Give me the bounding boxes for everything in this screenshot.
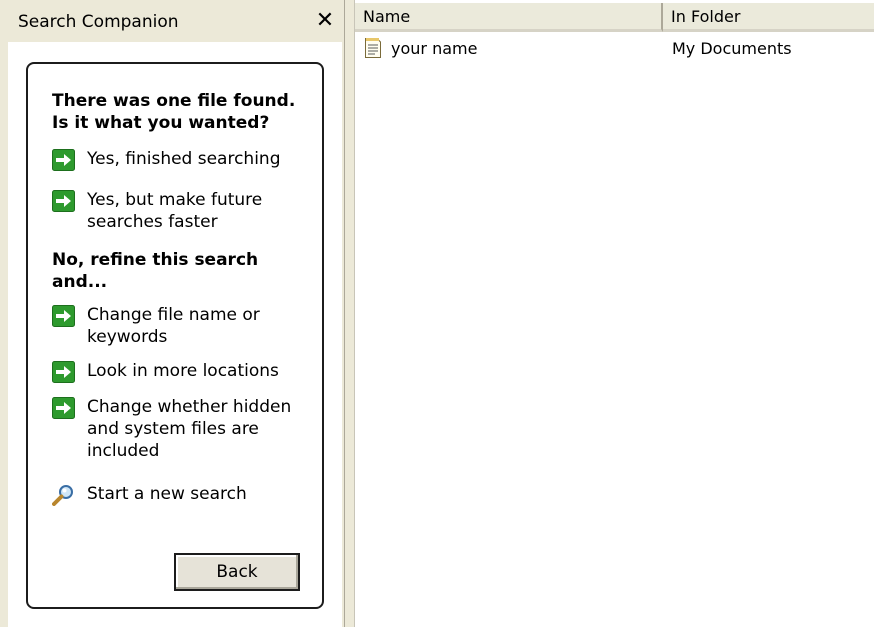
search-companion-header: Search Companion ✕	[0, 0, 345, 42]
file-name: your name	[391, 39, 478, 58]
refine-search-heading: No, refine this search and...	[52, 250, 259, 292]
green-arrow-icon	[52, 305, 75, 327]
file-folder: My Documents	[672, 39, 792, 58]
option-faster-searches[interactable]: Yes, but make future searches faster	[52, 189, 312, 233]
option-label: Start a new search	[87, 484, 247, 504]
text-file-icon	[365, 38, 381, 58]
back-button[interactable]: Back	[174, 553, 300, 591]
pane-title: Search Companion	[18, 12, 179, 32]
option-change-file-name[interactable]: Change file name or keywords	[52, 304, 312, 348]
green-arrow-icon	[52, 397, 75, 419]
option-hidden-system-files[interactable]: Change whether hidden and system files a…	[52, 396, 312, 462]
table-row[interactable]: your name My Documents	[355, 37, 874, 61]
option-label: Change whether hidden and system files a…	[87, 397, 292, 461]
option-label: Yes, but make future searches faster	[87, 190, 263, 232]
green-arrow-icon	[52, 149, 75, 171]
column-header-name[interactable]: Name	[355, 3, 663, 32]
search-companion-pane: Search Companion ✕ There was one file fo…	[0, 0, 345, 627]
close-button[interactable]: ✕	[312, 8, 338, 34]
green-arrow-icon	[52, 190, 75, 212]
option-new-search[interactable]: Start a new search	[52, 483, 312, 506]
option-label: Yes, finished searching	[87, 149, 281, 169]
pane-splitter[interactable]	[345, 0, 355, 627]
green-arrow-icon	[52, 361, 75, 383]
magnifier-icon	[52, 485, 73, 506]
option-label: Change file name or keywords	[87, 305, 260, 347]
column-header-in-folder[interactable]: In Folder	[663, 3, 874, 32]
results-list-pane: Name In Folder your name My Documents	[355, 0, 874, 627]
option-more-locations[interactable]: Look in more locations	[52, 360, 312, 383]
search-results-panel: There was one file found. Is it what you…	[26, 62, 324, 609]
option-label: Look in more locations	[87, 361, 279, 381]
option-finished-searching[interactable]: Yes, finished searching	[52, 148, 312, 171]
results-found-heading: There was one file found. Is it what you…	[52, 91, 296, 133]
